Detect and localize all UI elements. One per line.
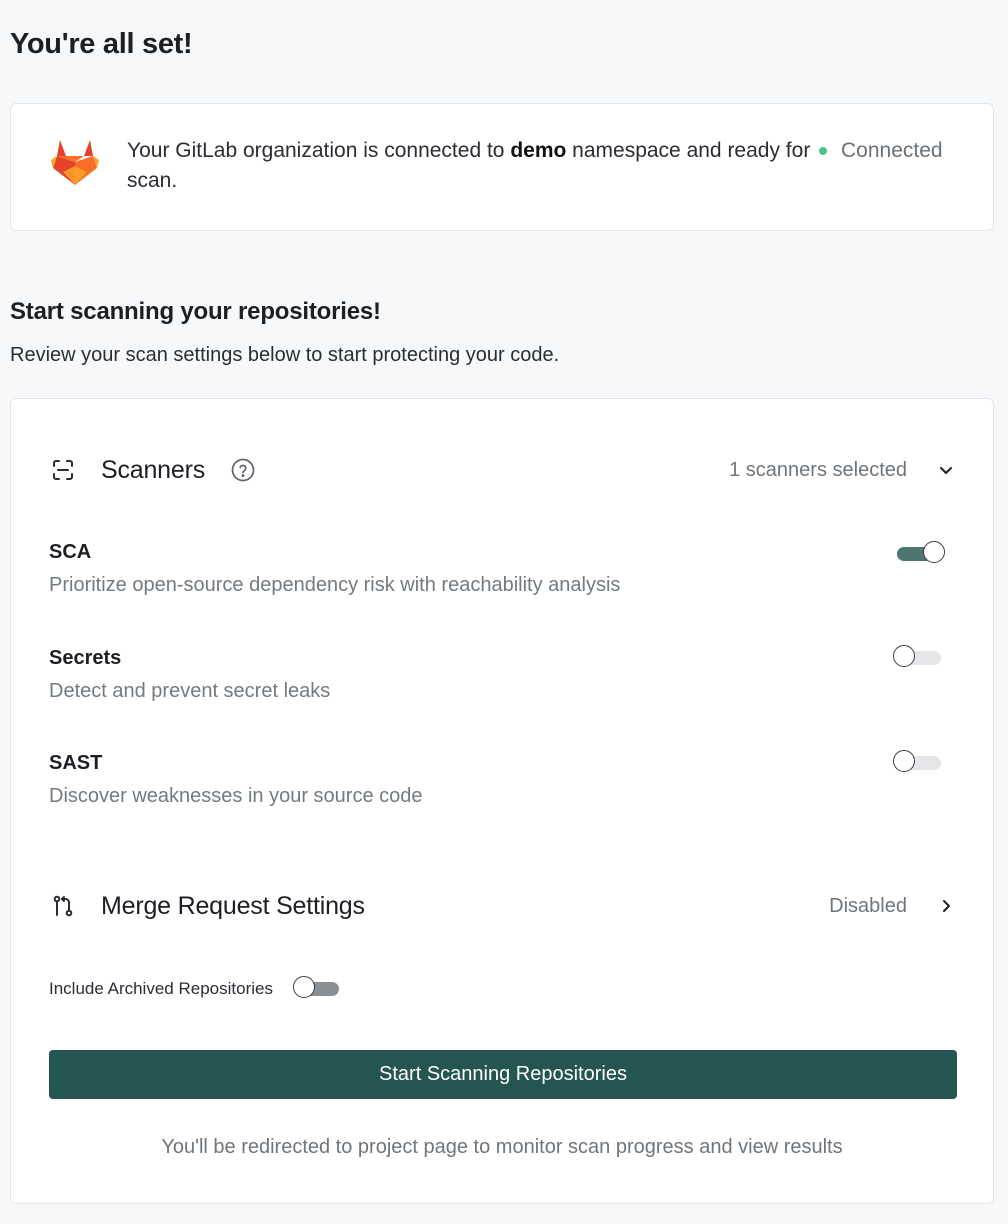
section-subtitle: Review your scan settings below to start… [10,344,560,366]
scanners-title: Scanners [101,455,206,484]
connection-status: Connected [819,136,943,166]
chevron-right-icon[interactable] [937,897,955,915]
scanner-name: SCA [49,541,92,563]
merge-request-title: Merge Request Settings [101,891,365,920]
section-title: Start scanning your repositories! [10,298,381,325]
git-merge-icon [49,892,77,920]
scan-frame-icon [49,456,77,484]
scanner-description: Discover weaknesses in your source code [49,785,423,807]
merge-request-status: Disabled [829,894,907,917]
scan-settings-card: Scanners 1 scanners selected SCA Priorit… [10,398,994,1204]
connection-card: Your GitLab organization is connected to… [10,103,994,231]
merge-request-settings-header[interactable]: Merge Request Settings Disabled [49,886,955,926]
toggle-knob [923,541,945,563]
status-dot-icon [819,147,827,155]
chevron-down-icon[interactable] [937,461,955,479]
secrets-toggle[interactable] [893,645,941,667]
scanner-name: SAST [49,752,103,774]
scanners-header[interactable]: Scanners 1 scanners selected [49,450,955,490]
help-circle-icon[interactable] [231,458,255,482]
page-title: You're all set! [10,28,193,60]
connection-status-label: Connected [841,139,943,162]
gitlab-logo [51,140,99,185]
scanner-item-secrets: Secrets Detect and prevent secret leaks [49,645,955,704]
scanner-item-sast: SAST Discover weaknesses in your source … [49,750,955,809]
scanners-summary: 1 scanners selected [729,458,907,481]
toggle-knob [893,645,915,667]
redirect-note: You'll be redirected to project page to … [161,1136,843,1158]
scanner-name: Secrets [49,647,122,669]
include-archived-row: Include Archived Repositories [49,976,339,999]
include-archived-toggle[interactable] [292,976,339,998]
include-archived-label: Include Archived Repositories [49,979,273,998]
scanner-description: Detect and prevent secret leaks [49,680,331,702]
toggle-knob [893,750,915,772]
start-scanning-button[interactable]: Start Scanning Repositories [49,1050,957,1099]
scanner-item-sca: SCA Prioritize open-source dependency ri… [49,539,955,598]
sca-toggle[interactable] [897,541,945,563]
connection-namespace: demo [510,139,567,162]
connection-message: Your GitLab organization is connected to… [127,136,817,196]
toggle-knob [292,976,315,998]
sast-toggle[interactable] [893,750,941,772]
connection-message-prefix: Your GitLab organization is connected to [127,139,511,162]
scanner-description: Prioritize open-source dependency risk w… [49,574,621,596]
